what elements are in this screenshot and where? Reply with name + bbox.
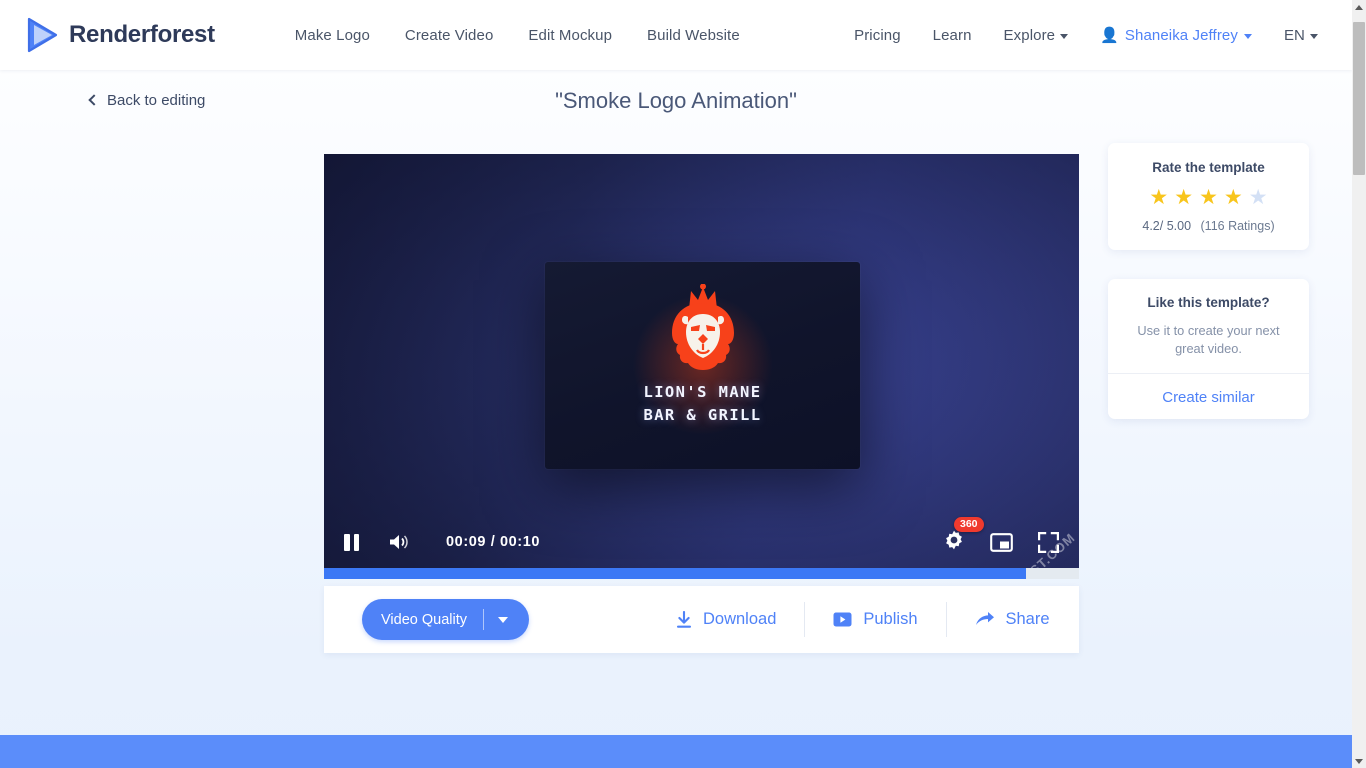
create-similar-button[interactable]: Create similar (1108, 389, 1309, 406)
video-brand-line-1: LION'S MANE (643, 383, 762, 401)
quality-badge: 360 (954, 516, 984, 532)
star-4[interactable]: ★ (1224, 187, 1243, 208)
language-selector[interactable]: EN (1284, 27, 1318, 44)
progress-bar[interactable] (324, 568, 1079, 579)
gear-icon (946, 530, 962, 549)
video-quality-button[interactable]: Video Quality (362, 599, 529, 640)
picture-in-picture-icon[interactable] (990, 532, 1013, 552)
nav-item-explore-label: Explore (1003, 26, 1056, 44)
video-player[interactable]: LION'S MANE BAR & GRILL CREATED BY RENDE… (324, 154, 1079, 579)
volume-on-icon[interactable] (388, 533, 410, 551)
download-icon (676, 610, 691, 628)
chevron-down-icon (1060, 33, 1069, 39)
card-divider (1108, 373, 1309, 374)
settings-button[interactable]: 360 (943, 516, 984, 556)
publish-label: Publish (863, 610, 918, 628)
play-triangle-logo-icon (27, 17, 58, 53)
account-menu[interactable]: 👤 Shaneika Jeffrey (1100, 27, 1252, 44)
rating-score: 4.2/ 5.00 (1142, 219, 1192, 233)
video-quality-label: Video Quality (381, 611, 467, 628)
language-label: EN (1283, 26, 1305, 44)
rate-card-title: Rate the template (1152, 160, 1265, 175)
main-nav: Make Logo Create Video Edit Mockup Build… (295, 27, 740, 44)
nav-item-build-website[interactable]: Build Website (647, 27, 740, 44)
rating-count: (116 Ratings) (1200, 219, 1275, 233)
chevron-down-icon (1310, 33, 1318, 39)
nav-item-explore[interactable]: Explore (1004, 27, 1069, 44)
like-card-title: Like this template? (1147, 295, 1270, 310)
nav-item-edit-mockup[interactable]: Edit Mockup (528, 27, 612, 44)
share-label: Share (1005, 610, 1050, 628)
star-5[interactable]: ★ (1249, 187, 1268, 208)
nav-item-make-logo[interactable]: Make Logo (295, 27, 370, 44)
scrollbar-thumb[interactable] (1353, 22, 1365, 175)
action-buttons: Download Publish Share (648, 602, 1078, 637)
rating-stars[interactable]: ★ ★ ★ ★ ★ (1108, 187, 1309, 208)
footer-band (0, 735, 1352, 768)
like-card-subtitle: Use it to create your next great video. (1137, 323, 1280, 356)
scroll-up-arrow-icon[interactable] (1352, 0, 1366, 14)
sub-header: Back to editing "Smoke Logo Animation" (0, 70, 1352, 142)
rate-template-card: Rate the template ★ ★ ★ ★ ★ 4.2/ 5.00 (1… (1108, 143, 1309, 250)
time-display: 00:09 / 00:10 (446, 534, 541, 550)
publish-play-icon (833, 612, 852, 627)
chevron-down-icon (1243, 33, 1252, 39)
nav-item-learn[interactable]: Learn (933, 27, 972, 44)
publish-button[interactable]: Publish (805, 610, 945, 629)
pause-icon[interactable] (344, 533, 359, 551)
button-divider (482, 609, 484, 630)
site-header: Renderforest Make Logo Create Video Edit… (0, 0, 1352, 70)
share-arrow-icon (975, 612, 994, 625)
secondary-nav: Pricing Learn Explore 👤 Shaneika Jeffrey… (854, 27, 1318, 44)
page-scrollbar[interactable] (1352, 0, 1366, 768)
scroll-down-arrow-icon[interactable] (1352, 754, 1366, 768)
download-label: Download (702, 610, 777, 628)
share-button[interactable]: Share (947, 610, 1078, 629)
download-button[interactable]: Download (648, 610, 804, 629)
rating-summary: 4.2/ 5.00 (116 Ratings) (1108, 219, 1309, 233)
like-template-card: Like this template? Use it to create you… (1108, 279, 1309, 419)
star-2[interactable]: ★ (1174, 187, 1193, 208)
lion-head-with-crown-icon (671, 284, 734, 370)
star-1[interactable]: ★ (1149, 187, 1168, 208)
account-name: Shaneika Jeffrey (1124, 26, 1238, 44)
chevron-down-icon[interactable] (497, 616, 508, 623)
nav-item-pricing[interactable]: Pricing (854, 27, 901, 44)
nav-item-create-video[interactable]: Create Video (405, 27, 493, 44)
star-3[interactable]: ★ (1199, 187, 1218, 208)
player-controls-right: 360 (943, 516, 1059, 556)
video-brand-line-2: BAR & GRILL (643, 406, 762, 424)
user-icon: 👤 (1100, 26, 1119, 44)
progress-fill (324, 568, 1027, 579)
video-action-bar: Video Quality Download Publish Share (324, 586, 1079, 653)
brand-logo[interactable]: Renderforest (26, 17, 215, 53)
player-controls: 00:09 / 00:10 360 (324, 516, 1079, 565)
fullscreen-icon[interactable] (1038, 531, 1059, 553)
video-logo-card: LION'S MANE BAR & GRILL (545, 262, 860, 469)
page-title: "Smoke Logo Animation" (555, 88, 797, 113)
brand-name: Renderforest (69, 21, 215, 48)
